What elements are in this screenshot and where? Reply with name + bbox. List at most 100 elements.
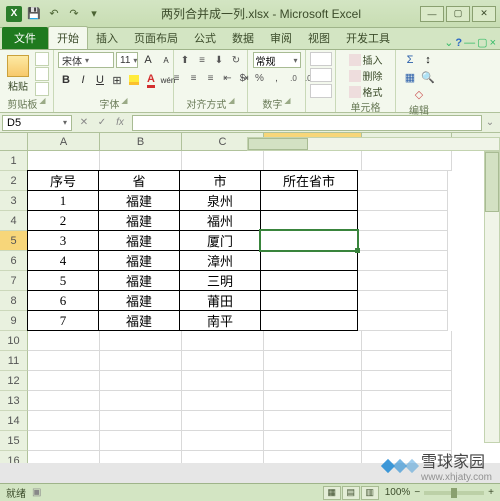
grid-body[interactable]: 12序号省市所在省市31福建泉州42福建福州53福建厦门64福建漳州75福建三明… bbox=[0, 151, 500, 463]
copy-icon[interactable] bbox=[35, 67, 49, 81]
cell-B8[interactable]: 福建 bbox=[98, 290, 180, 311]
cell-D12[interactable] bbox=[264, 371, 362, 391]
window-min-icon[interactable]: — bbox=[464, 37, 475, 49]
tab-insert[interactable]: 插入 bbox=[88, 27, 126, 49]
zoom-in-icon[interactable]: + bbox=[488, 487, 494, 498]
cell-D2[interactable]: 所在省市 bbox=[260, 170, 358, 191]
zoom-out-icon[interactable]: − bbox=[414, 487, 420, 498]
help-icon[interactable]: ? bbox=[455, 37, 462, 49]
cell-D6[interactable] bbox=[260, 250, 358, 271]
row-header-2[interactable]: 2 bbox=[0, 171, 28, 191]
row-header-4[interactable]: 4 bbox=[0, 211, 28, 231]
tab-developer[interactable]: 开发工具 bbox=[338, 27, 398, 49]
bold-button[interactable]: B bbox=[58, 72, 74, 88]
cell-D11[interactable] bbox=[264, 351, 362, 371]
row-header-16[interactable]: 16 bbox=[0, 451, 28, 463]
cell-B1[interactable] bbox=[100, 151, 182, 171]
row-header-12[interactable]: 12 bbox=[0, 371, 28, 391]
font-size-combo[interactable]: 11 bbox=[116, 52, 138, 68]
column-header-A[interactable]: A bbox=[28, 133, 100, 150]
cell-A7[interactable]: 5 bbox=[27, 270, 99, 291]
redo-icon[interactable]: ↷ bbox=[66, 6, 82, 22]
cell-E9[interactable] bbox=[358, 311, 448, 331]
row-header-5[interactable]: 5 bbox=[0, 231, 28, 251]
cell-E7[interactable] bbox=[358, 271, 448, 291]
window-close-icon[interactable]: × bbox=[490, 37, 496, 49]
row-header-3[interactable]: 3 bbox=[0, 191, 28, 211]
row-header-15[interactable]: 15 bbox=[0, 431, 28, 451]
fx-icon[interactable]: fx bbox=[112, 115, 128, 131]
cell-styles-icon[interactable] bbox=[310, 84, 332, 98]
cell-A4[interactable]: 2 bbox=[27, 210, 99, 231]
qat-dropdown-icon[interactable]: ▾ bbox=[86, 6, 102, 22]
cell-A12[interactable] bbox=[28, 371, 100, 391]
cell-D4[interactable] bbox=[260, 210, 358, 231]
horizontal-scrollbar[interactable] bbox=[247, 137, 500, 151]
cell-C12[interactable] bbox=[182, 371, 264, 391]
row-header-14[interactable]: 14 bbox=[0, 411, 28, 431]
row-header-7[interactable]: 7 bbox=[0, 271, 28, 291]
cell-B10[interactable] bbox=[100, 331, 182, 351]
cell-B3[interactable]: 福建 bbox=[98, 190, 180, 211]
cell-A8[interactable]: 6 bbox=[27, 290, 99, 311]
row-header-1[interactable]: 1 bbox=[0, 151, 28, 171]
cell-B6[interactable]: 福建 bbox=[98, 250, 180, 271]
cell-C14[interactable] bbox=[182, 411, 264, 431]
cell-A3[interactable]: 1 bbox=[27, 190, 99, 211]
row-header-13[interactable]: 13 bbox=[0, 391, 28, 411]
cell-E14[interactable] bbox=[362, 411, 452, 431]
formula-bar[interactable] bbox=[132, 115, 482, 131]
cell-C5[interactable]: 厦门 bbox=[179, 230, 261, 251]
autosum-icon[interactable]: Σ bbox=[402, 52, 418, 68]
cell-D14[interactable] bbox=[264, 411, 362, 431]
cell-E10[interactable] bbox=[362, 331, 452, 351]
fill-color-button[interactable] bbox=[126, 72, 142, 88]
tab-view[interactable]: 视图 bbox=[300, 27, 338, 49]
tab-data[interactable]: 数据 bbox=[224, 27, 262, 49]
vertical-scrollbar[interactable] bbox=[484, 151, 500, 443]
save-icon[interactable]: 💾 bbox=[26, 6, 42, 22]
cell-B15[interactable] bbox=[100, 431, 182, 451]
select-all-corner[interactable] bbox=[0, 133, 28, 150]
cancel-formula-icon[interactable]: ✕ bbox=[76, 115, 92, 131]
inc-decimal-icon[interactable]: .0 bbox=[286, 70, 302, 86]
find-icon[interactable]: 🔍 bbox=[420, 69, 436, 85]
cell-B11[interactable] bbox=[100, 351, 182, 371]
cell-A10[interactable] bbox=[28, 331, 100, 351]
orientation-icon[interactable]: ↻ bbox=[228, 52, 244, 68]
sort-filter-icon[interactable]: ↕ bbox=[420, 52, 436, 68]
cut-icon[interactable] bbox=[35, 52, 49, 66]
minimize-ribbon-icon[interactable]: ⌄ bbox=[444, 36, 453, 49]
indent-dec-icon[interactable]: ⇤ bbox=[220, 70, 236, 86]
cell-E1[interactable] bbox=[362, 151, 452, 171]
cell-C9[interactable]: 南平 bbox=[179, 310, 261, 331]
insert-cells-button[interactable]: 插入 bbox=[349, 52, 383, 67]
page-break-view-icon[interactable]: ▥ bbox=[361, 486, 379, 500]
expand-formula-icon[interactable]: ⌄ bbox=[482, 115, 498, 131]
cell-E6[interactable] bbox=[358, 251, 448, 271]
cell-B2[interactable]: 省 bbox=[98, 170, 180, 191]
shrink-font-icon[interactable]: A bbox=[158, 52, 174, 68]
maximize-button[interactable]: ▢ bbox=[446, 6, 470, 22]
cell-B5[interactable]: 福建 bbox=[98, 230, 180, 251]
enter-formula-icon[interactable]: ✓ bbox=[94, 115, 110, 131]
undo-icon[interactable]: ↶ bbox=[46, 6, 62, 22]
format-painter-icon[interactable] bbox=[35, 82, 49, 96]
clear-icon[interactable]: ◇ bbox=[411, 86, 427, 102]
cell-B14[interactable] bbox=[100, 411, 182, 431]
cell-C11[interactable] bbox=[182, 351, 264, 371]
cell-D16[interactable] bbox=[264, 451, 362, 463]
row-header-11[interactable]: 11 bbox=[0, 351, 28, 371]
fill-icon[interactable]: ▦ bbox=[402, 69, 418, 85]
number-format-combo[interactable]: 常规 bbox=[253, 52, 301, 68]
tab-file[interactable]: 文件 bbox=[2, 27, 48, 49]
cell-B13[interactable] bbox=[100, 391, 182, 411]
cell-D3[interactable] bbox=[260, 190, 358, 211]
row-header-9[interactable]: 9 bbox=[0, 311, 28, 331]
row-header-8[interactable]: 8 bbox=[0, 291, 28, 311]
window-restore-icon[interactable]: ▢ bbox=[477, 36, 487, 49]
cell-A1[interactable] bbox=[28, 151, 100, 171]
cell-E12[interactable] bbox=[362, 371, 452, 391]
percent-icon[interactable]: % bbox=[252, 70, 268, 86]
align-bottom-icon[interactable]: ⬇ bbox=[211, 52, 227, 68]
